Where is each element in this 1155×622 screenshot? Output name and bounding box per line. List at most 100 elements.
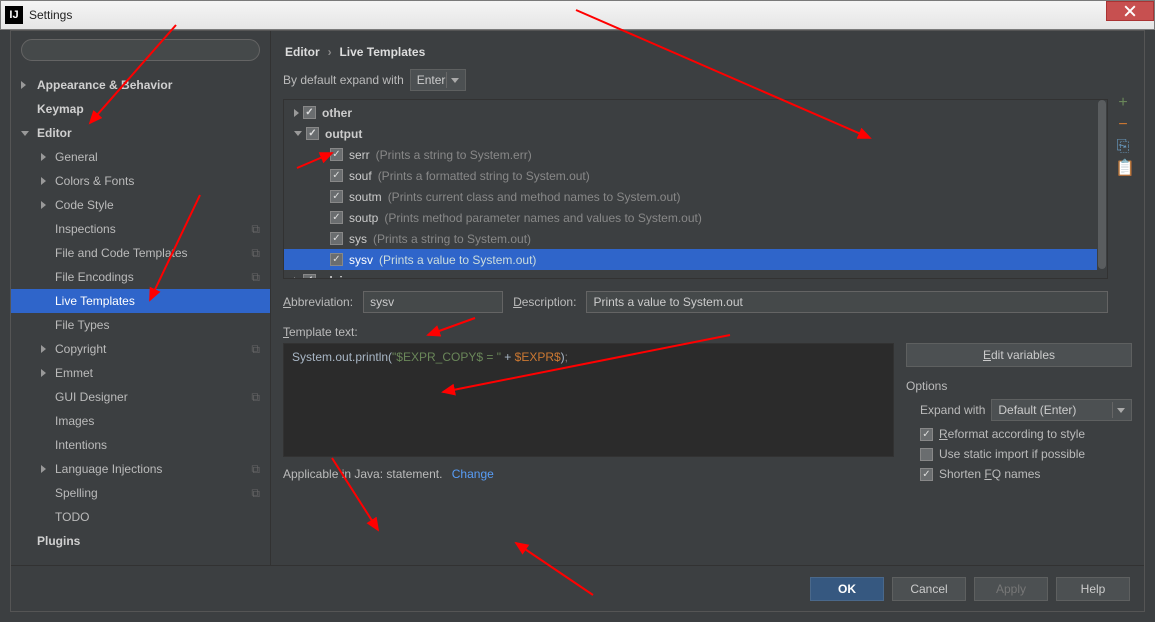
template-desc: (Prints a value to System.out) [379,253,536,267]
profile-scope-icon: ⧉ [251,270,260,285]
profile-scope-icon: ⧉ [251,462,260,477]
sidebar-item-label: Live Templates [55,294,135,308]
sidebar-item-language-injections[interactable]: Language Injections ⧉ [11,457,270,481]
sidebar-item-label: GUI Designer [55,390,128,404]
shorten-fq-checkbox[interactable] [920,468,933,481]
template-group-output[interactable]: output [284,123,1107,144]
group-checkbox[interactable] [303,274,316,278]
template-group-plain[interactable]: plain [284,270,1107,278]
description-input[interactable] [586,291,1108,313]
sidebar-item-intentions[interactable]: Intentions [11,433,270,457]
template-checkbox[interactable] [330,169,343,182]
sidebar: ⌕ Appearance & BehaviorKeymapEditorGener… [11,31,271,565]
template-item-serr[interactable]: serr(Prints a string to System.err) [284,144,1107,165]
sidebar-item-copyright[interactable]: Copyright⧉ [11,337,270,361]
sidebar-item-keymap[interactable]: Keymap [11,97,270,121]
sidebar-item-inspections[interactable]: Inspections⧉ [11,217,270,241]
sidebar-item-file-and-code-templates[interactable]: File and Code Templates⧉ [11,241,270,265]
template-checkbox[interactable] [330,190,343,203]
applicable-text: Applicable in Java: statement. [283,467,442,481]
sidebar-item-general[interactable]: General [11,145,270,169]
shorten-fq-checkbox-row[interactable]: Shorten FQ names [920,467,1132,481]
reformat-checkbox[interactable] [920,428,933,441]
sidebar-item-emmet[interactable]: Emmet [11,361,270,385]
edit-variables-button[interactable]: Edit variables [906,343,1132,367]
sidebar-item-label: File Encodings [55,270,134,284]
sidebar-item-code-style[interactable]: Code Style [11,193,270,217]
sidebar-item-gui-designer[interactable]: GUI Designer⧉ [11,385,270,409]
static-import-checkbox[interactable] [920,448,933,461]
default-expand-value: Enter [417,73,446,87]
abbreviation-input[interactable] [363,291,503,313]
sidebar-item-live-templates[interactable]: Live Templates [11,289,270,313]
template-checkbox[interactable] [330,253,343,266]
cancel-button[interactable]: Cancel [892,577,966,601]
sidebar-item-label: Language Injections [55,462,162,476]
change-context-link[interactable]: Change [452,467,494,481]
template-desc: (Prints a formatted string to System.out… [378,169,590,183]
sidebar-item-todo[interactable]: TODO [11,505,270,529]
sidebar-item-colors-fonts[interactable]: Colors & Fonts [11,169,270,193]
template-item-sys[interactable]: sys(Prints a string to System.out) [284,228,1107,249]
sidebar-item-images[interactable]: Images [11,409,270,433]
sidebar-item-label: Spelling [55,486,98,500]
footer: OK Cancel Apply Help [11,565,1144,611]
expand-with-select[interactable]: Default (Enter) [991,399,1132,421]
sidebar-item-label: Colors & Fonts [55,174,134,188]
close-icon [1124,5,1136,17]
templates-scrollbar[interactable] [1097,100,1107,278]
template-item-soutp[interactable]: soutp(Prints method parameter names and … [284,207,1107,228]
template-checkbox[interactable] [330,232,343,245]
description-label: Description: [513,295,576,309]
apply-button[interactable]: Apply [974,577,1048,601]
template-tools: + − ⎘ 📋 [1112,95,1134,177]
static-import-label: Use static import if possible [939,447,1085,461]
group-name: output [325,127,362,141]
applicable-row: Applicable in Java: statement. Change [283,467,894,481]
copy-template-button[interactable]: ⎘ [1115,139,1131,155]
group-checkbox[interactable] [306,127,319,140]
paste-template-button[interactable]: 📋 [1115,161,1131,177]
group-checkbox[interactable] [303,106,316,119]
default-expand-select[interactable]: Enter [410,69,467,91]
add-template-button[interactable]: + [1115,95,1131,111]
templates-list[interactable]: other output serr(Prints a string to Syste… [284,100,1107,278]
static-import-checkbox-row[interactable]: Use static import if possible [920,447,1132,461]
breadcrumb-a: Editor [285,45,320,59]
sidebar-item-file-types[interactable]: File Types [11,313,270,337]
template-checkbox[interactable] [330,211,343,224]
template-item-sysv[interactable]: sysv (Prints a value to System.out) [284,249,1107,270]
lower-area: System.out.println("$EXPR_COPY$ = " + $E… [283,343,1132,481]
help-button[interactable]: Help [1056,577,1130,601]
template-item-souf[interactable]: souf(Prints a formatted string to System… [284,165,1107,186]
sidebar-item-plugins[interactable]: Plugins [11,529,270,553]
template-text-editor[interactable]: System.out.println("$EXPR_COPY$ = " + $E… [283,343,894,457]
breadcrumb-sep: › [328,45,332,59]
close-button[interactable] [1106,1,1154,21]
breadcrumb: Editor › Live Templates [283,41,1144,69]
sidebar-item-editor[interactable]: Editor [11,121,270,145]
reformat-checkbox-row[interactable]: Reformat according to style [920,427,1132,441]
template-name: serr [349,148,370,162]
chevron-right-icon [41,465,46,473]
template-text-label: Template text: [283,325,1144,339]
ok-button[interactable]: OK [810,577,884,601]
chevron-right-icon [41,177,46,185]
remove-template-button[interactable]: − [1115,117,1131,133]
sidebar-item-label: Images [55,414,94,428]
default-expand-row: By default expand with Enter [283,69,1144,91]
search-input[interactable] [21,39,260,61]
template-name: sys [349,232,367,246]
sidebar-item-label: Appearance & Behavior [37,78,172,92]
sidebar-item-file-encodings[interactable]: File Encodings ⧉ [11,265,270,289]
template-item-soutm[interactable]: soutm(Prints current class and method na… [284,186,1107,207]
template-group-other[interactable]: other [284,102,1107,123]
sidebar-item-label: Inspections [55,222,116,236]
sidebar-item-label: Editor [37,126,72,140]
sidebar-item-spelling[interactable]: Spelling⧉ [11,481,270,505]
template-name: sysv [349,253,373,267]
sidebar-item-appearance-behavior[interactable]: Appearance & Behavior [11,73,270,97]
sidebar-item-label: Code Style [55,198,114,212]
template-checkbox[interactable] [330,148,343,161]
settings-tree[interactable]: Appearance & Behavior Keymap Editor General… [11,69,270,565]
